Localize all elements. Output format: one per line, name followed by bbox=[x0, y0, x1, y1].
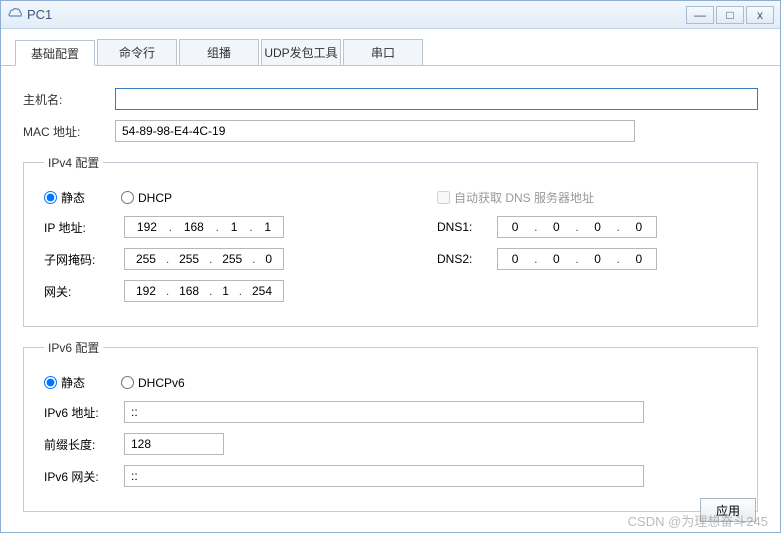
config-panel: 主机名: MAC 地址: IPv4 配置 静态 DHCP IP 地址: 192.… bbox=[1, 66, 780, 524]
tab-udp-tool[interactable]: UDP发包工具 bbox=[261, 39, 341, 65]
ipv6-dhcp-radio[interactable]: DHCPv6 bbox=[121, 376, 185, 390]
app-window: PC1 — □ x 基础配置 命令行 组播 UDP发包工具 串口 主机名: MA… bbox=[0, 0, 781, 533]
dns1-input[interactable]: 0.0.0.0 bbox=[497, 216, 657, 238]
ipv4-dhcp-radio[interactable]: DHCP bbox=[121, 191, 172, 205]
ipv6-gateway-input[interactable] bbox=[124, 465, 644, 487]
hostname-label: 主机名: bbox=[23, 91, 115, 108]
subnet-mask-input[interactable]: 255.255.255.0 bbox=[124, 248, 284, 270]
auto-dns-checkbox[interactable]: 自动获取 DNS 服务器地址 bbox=[437, 189, 594, 206]
ipv4-static-radio[interactable]: 静态 bbox=[44, 189, 85, 206]
ipv6-legend: IPv6 配置 bbox=[44, 339, 103, 356]
ipv4-legend: IPv4 配置 bbox=[44, 154, 103, 171]
ipv6-addr-label: IPv6 地址: bbox=[44, 404, 124, 421]
bottom-bar: 应用 bbox=[700, 498, 756, 522]
titlebar: PC1 — □ x bbox=[1, 1, 780, 29]
ipv4-fieldset: IPv4 配置 静态 DHCP IP 地址: 192.168.1.1 子网掩码:… bbox=[23, 154, 758, 327]
dns2-label: DNS2: bbox=[437, 252, 497, 266]
ipv6-gw-label: IPv6 网关: bbox=[44, 468, 124, 485]
mac-label: MAC 地址: bbox=[23, 123, 115, 140]
ip-label: IP 地址: bbox=[44, 219, 124, 236]
close-button[interactable]: x bbox=[746, 6, 774, 24]
tab-basic-config[interactable]: 基础配置 bbox=[15, 40, 95, 66]
tab-command-line[interactable]: 命令行 bbox=[97, 39, 177, 65]
gateway-label: 网关: bbox=[44, 283, 124, 300]
hostname-input[interactable] bbox=[115, 88, 758, 110]
ipv6-prefix-input[interactable] bbox=[124, 433, 224, 455]
ipv6-static-radio[interactable]: 静态 bbox=[44, 374, 85, 391]
mac-input[interactable] bbox=[115, 120, 635, 142]
app-icon bbox=[7, 7, 23, 23]
ip-address-input[interactable]: 192.168.1.1 bbox=[124, 216, 284, 238]
apply-button[interactable]: 应用 bbox=[700, 498, 756, 522]
mask-label: 子网掩码: bbox=[44, 251, 124, 268]
tab-serial[interactable]: 串口 bbox=[343, 39, 423, 65]
tab-bar: 基础配置 命令行 组播 UDP发包工具 串口 bbox=[1, 29, 780, 66]
dns2-input[interactable]: 0.0.0.0 bbox=[497, 248, 657, 270]
window-title: PC1 bbox=[27, 7, 686, 22]
maximize-button[interactable]: □ bbox=[716, 6, 744, 24]
tab-multicast[interactable]: 组播 bbox=[179, 39, 259, 65]
ipv6-fieldset: IPv6 配置 静态 DHCPv6 IPv6 地址: 前缀长度: IPv6 网关… bbox=[23, 339, 758, 512]
window-buttons: — □ x bbox=[686, 6, 774, 24]
dns1-label: DNS1: bbox=[437, 220, 497, 234]
minimize-button[interactable]: — bbox=[686, 6, 714, 24]
ipv6-address-input[interactable] bbox=[124, 401, 644, 423]
gateway-input[interactable]: 192.168.1.254 bbox=[124, 280, 284, 302]
ipv6-prefix-label: 前缀长度: bbox=[44, 436, 124, 453]
